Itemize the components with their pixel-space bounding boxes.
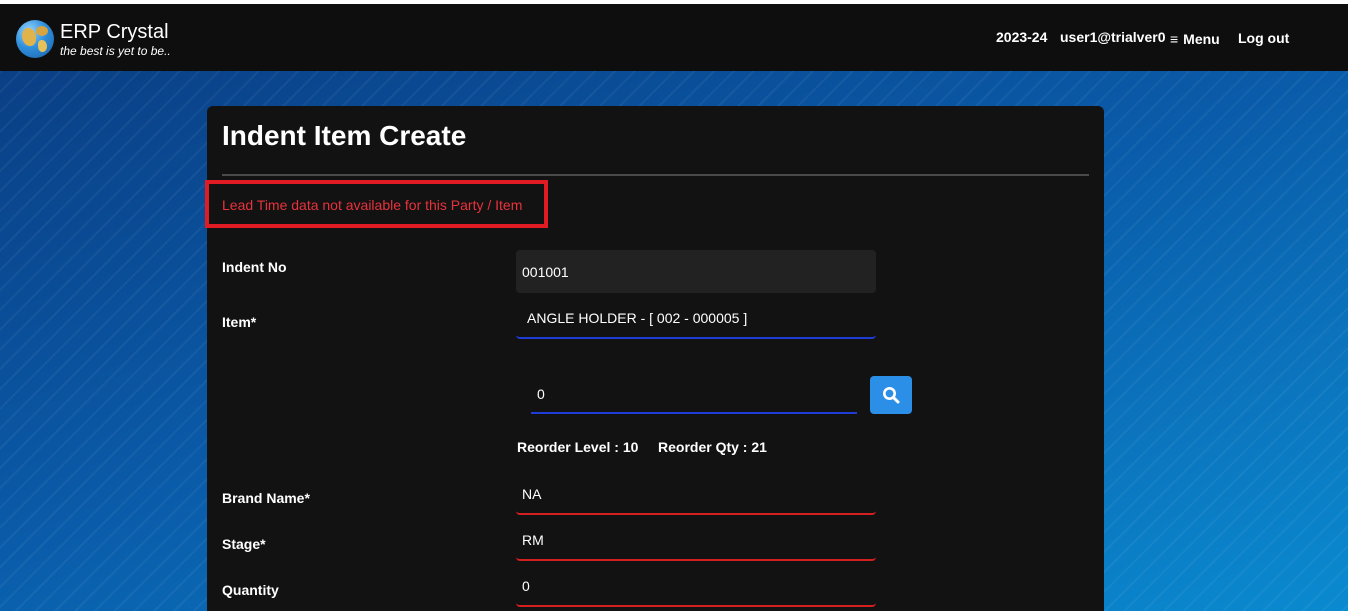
quantity-input[interactable]: 0 — [516, 567, 876, 607]
hamburger-icon: ≡ — [1170, 31, 1179, 47]
quantity-value: 0 — [522, 578, 530, 594]
lead-time-alert: Lead Time data not available for this Pa… — [222, 197, 523, 213]
item-search-value: 0 — [537, 386, 545, 402]
item-search-input[interactable]: 0 — [531, 374, 857, 414]
brand-name-input[interactable]: NA — [516, 475, 876, 515]
indent-no-label: Indent No — [222, 259, 287, 275]
brand-name-value: NA — [522, 486, 542, 502]
form-card: Indent Item Create Lead Time data not av… — [205, 106, 1104, 611]
menu-button[interactable]: ≡ Menu — [1170, 31, 1220, 47]
title-divider — [222, 174, 1089, 176]
menu-label: Menu — [1183, 31, 1220, 47]
navbar: ERP Crystal the best is yet to be.. 2023… — [0, 4, 1348, 71]
item-select[interactable]: ANGLE HOLDER - [ 002 - 000005 ] — [516, 298, 876, 339]
item-value: ANGLE HOLDER - [ 002 - 000005 ] — [527, 310, 748, 326]
page-title: Indent Item Create — [222, 120, 467, 151]
search-icon — [883, 387, 900, 404]
brand-name-label: Brand Name* — [222, 490, 310, 506]
app-name[interactable]: ERP Crystal — [60, 21, 169, 43]
item-label: Item* — [222, 314, 257, 330]
indent-no-value: 001001 — [522, 264, 569, 280]
reorder-qty: Reorder Qty : 21 — [658, 439, 767, 455]
stage-label: Stage* — [222, 536, 266, 552]
stage-input[interactable]: RM — [516, 521, 876, 561]
indent-no-field[interactable]: 001001 — [516, 250, 876, 293]
app-tagline: the best is yet to be.. — [60, 44, 171, 58]
financial-year[interactable]: 2023-24 — [996, 29, 1047, 45]
logout-link[interactable]: Log out — [1238, 30, 1289, 46]
stage-value: RM — [522, 532, 544, 548]
reorder-level: Reorder Level : 10 — [517, 439, 639, 455]
user-name[interactable]: user1@trialver0 — [1060, 29, 1166, 45]
search-button[interactable] — [870, 376, 912, 414]
globe-logo-icon[interactable] — [16, 20, 54, 58]
quantity-label: Quantity — [222, 582, 279, 598]
